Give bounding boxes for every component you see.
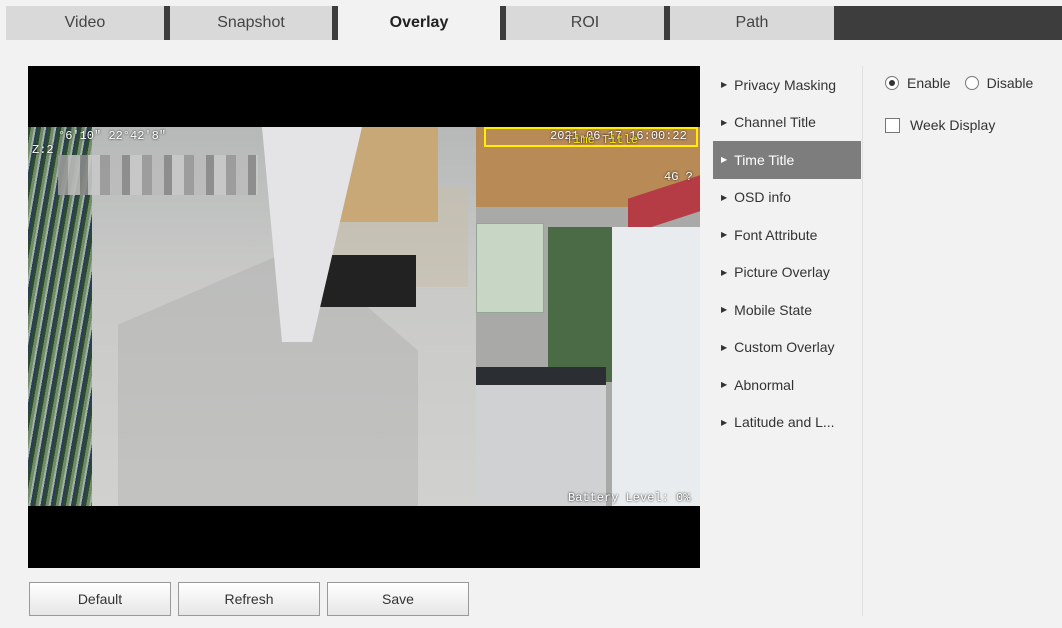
triangle-right-icon: ▶ [721,230,728,240]
privacy-mask-region [58,155,258,195]
refresh-button[interactable]: Refresh [178,582,320,616]
time-title-settings: Enable Disable Week Display [885,72,1047,156]
menu-item-custom-overlay[interactable]: ▶ Custom Overlay [713,329,861,367]
scene-right-window-view [548,227,614,382]
tab-overlay[interactable]: Overlay [338,6,506,40]
week-display-checkbox[interactable] [885,117,900,133]
scene-right-frame [476,367,606,385]
menu-divider [862,66,863,616]
menu-item-label: Font Attribute [734,226,818,243]
menu-item-mobile-state[interactable]: ▶ Mobile State [713,291,861,329]
tab-bar-filler [834,6,1062,40]
menu-item-channel-title[interactable]: ▶ Channel Title [713,104,861,142]
tab-bar: Video Snapshot Overlay ROI Path [0,0,1062,40]
triangle-right-icon: ▶ [721,267,728,277]
disable-label: Disable [986,75,1034,91]
osd-coordinates: °6'10" 22°42'8" [58,129,167,143]
menu-item-privacy-masking[interactable]: ▶ Privacy Masking [713,66,861,104]
menu-item-label: Abnormal [734,376,795,393]
camera-image [28,127,700,506]
tab-path[interactable]: Path [670,6,834,40]
overlay-menu: ▶ Privacy Masking ▶ Channel Title ▶ Time Ti… [713,66,861,441]
menu-item-picture-overlay[interactable]: ▶ Picture Overlay [713,254,861,292]
save-button[interactable]: Save [327,582,469,616]
enable-radio[interactable] [885,76,899,90]
tab-roi[interactable]: ROI [506,6,670,40]
osd-time-title: Time Title [566,133,639,147]
triangle-right-icon: ▶ [721,305,728,315]
menu-item-label: Mobile State [734,301,812,318]
menu-item-label: Channel Title [734,114,816,131]
triangle-right-icon: ▶ [721,117,728,127]
menu-item-label: Picture Overlay [734,264,830,281]
tab-video[interactable]: Video [6,6,170,40]
menu-item-label: Time Title [734,151,795,168]
triangle-right-icon: ▶ [721,192,728,202]
triangle-right-icon: ▶ [721,80,728,90]
scene-right-box [476,223,544,313]
menu-item-osd-info[interactable]: ▶ OSD info [713,179,861,217]
menu-item-label: OSD info [734,189,791,206]
week-display-row: Week Display [885,114,1047,136]
default-button[interactable]: Default [29,582,171,616]
osd-battery: Battery Level: 0% [568,491,691,505]
menu-item-font-attribute[interactable]: ▶ Font Attribute [713,216,861,254]
scene-dark-box [316,255,416,307]
triangle-right-icon: ▶ [721,380,728,390]
osd-signal: 4G ? [664,170,693,184]
scene-right-window [612,227,700,506]
week-display-label: Week Display [910,117,996,133]
menu-item-time-title[interactable]: ▶ Time Title [713,141,861,179]
triangle-right-icon: ▶ [721,417,728,427]
osd-zoom: Z:2 [32,143,54,157]
enable-label: Enable [907,75,951,91]
menu-item-latitude-longitude[interactable]: ▶ Latitude and L... [713,404,861,442]
tab-snapshot[interactable]: Snapshot [170,6,338,40]
scene-right-lower [476,385,606,506]
triangle-right-icon: ▶ [721,155,728,165]
video-preview[interactable]: °6'10" 22°42'8" Z:2 2021-06-17 16:00:22 … [28,66,700,568]
menu-item-label: Privacy Masking [734,76,837,93]
enable-row: Enable Disable [885,72,1047,94]
menu-item-label: Latitude and L... [734,414,835,431]
menu-item-abnormal[interactable]: ▶ Abnormal [713,366,861,404]
menu-item-label: Custom Overlay [734,339,835,356]
triangle-right-icon: ▶ [721,342,728,352]
disable-radio[interactable] [964,76,979,90]
